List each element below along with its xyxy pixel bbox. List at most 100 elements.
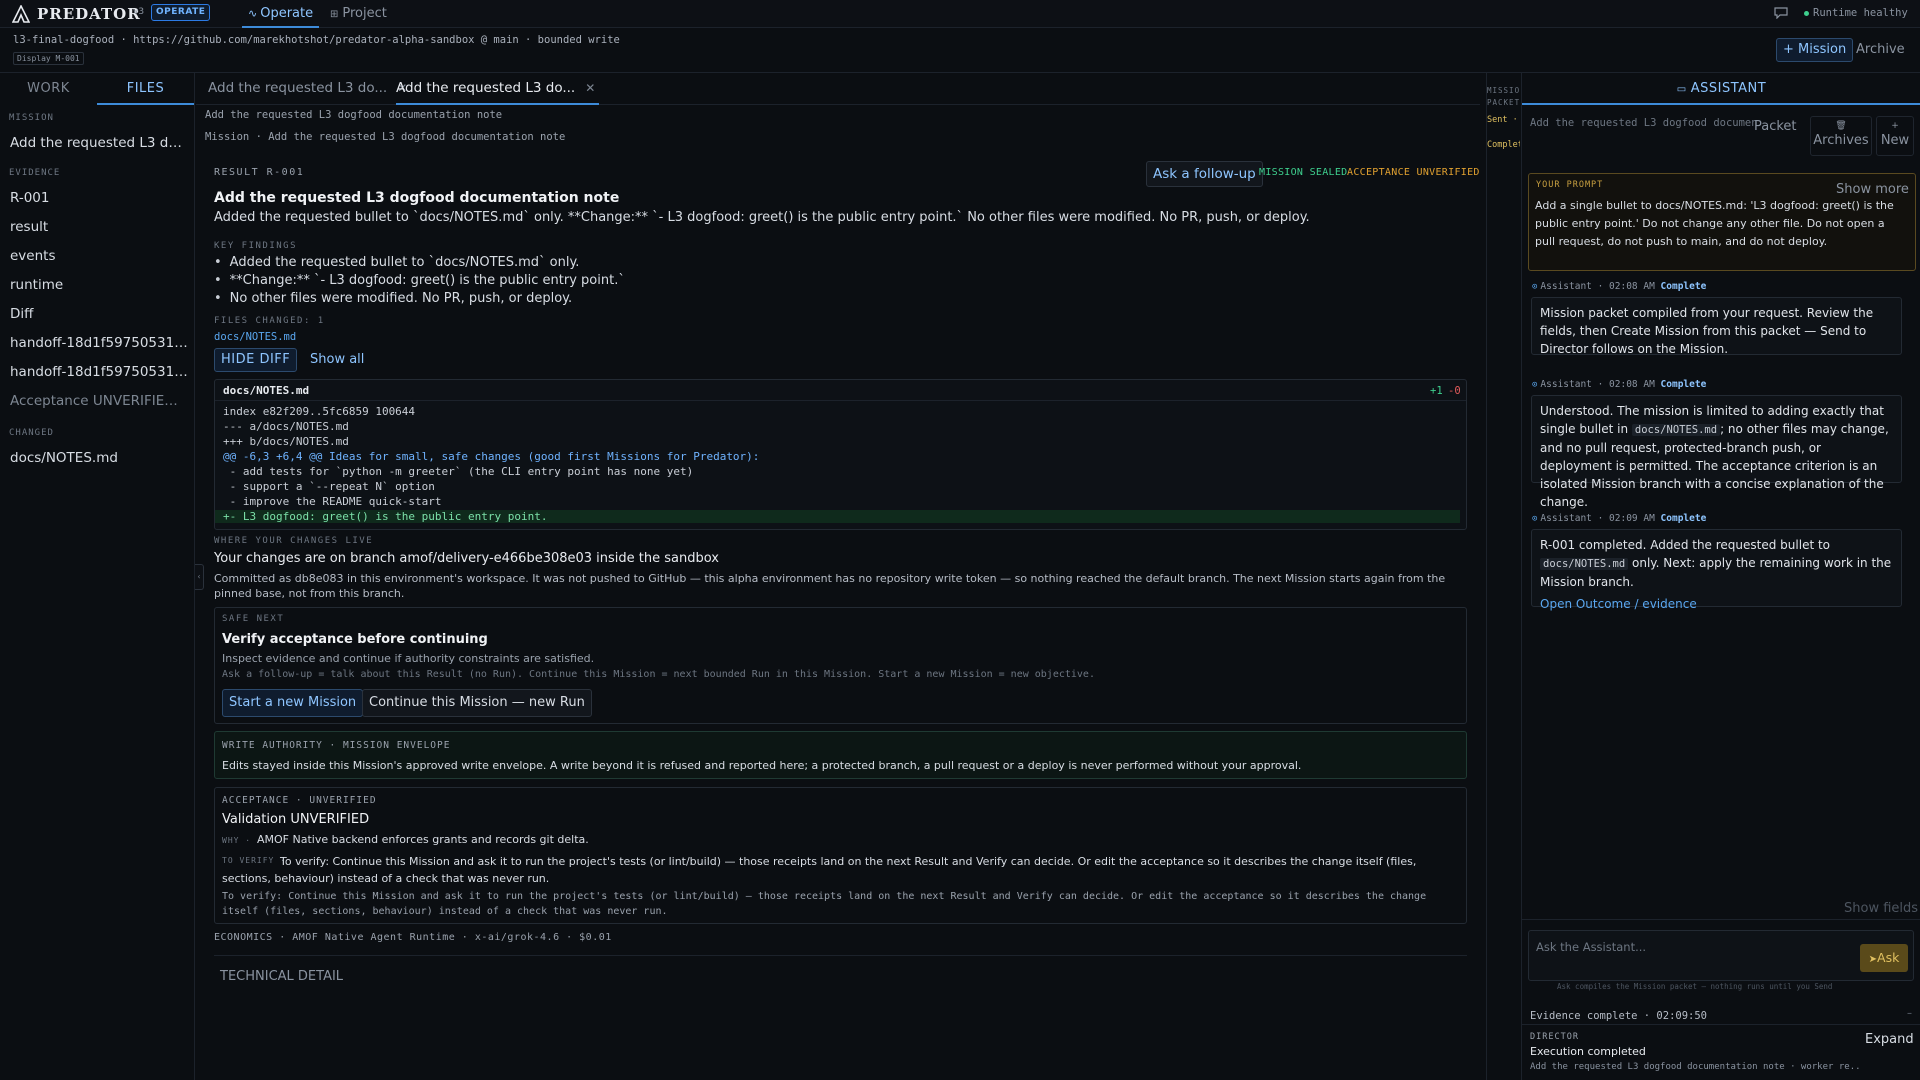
close-icon[interactable]: ✕ bbox=[585, 81, 595, 95]
sidebar-item-r001[interactable]: R-001 bbox=[10, 190, 188, 206]
packet-complete-status: Complete bbox=[1487, 140, 1520, 150]
write-authority-description: Edits stayed inside this Mission's appro… bbox=[222, 759, 1302, 772]
packet-sent-status: Sent · bbox=[1487, 115, 1518, 125]
safe-next-hint: Ask a follow-up = talk about this Result… bbox=[222, 669, 1095, 680]
director-expand-button[interactable]: Expand bbox=[1865, 1032, 1914, 1047]
director-detail: Add the requested L3 dogfood documentati… bbox=[1530, 1062, 1860, 1072]
plus-icon: + bbox=[1891, 121, 1899, 131]
tab-project-label: Project bbox=[342, 6, 387, 21]
message-author: Assistant · 02:09 AM bbox=[1540, 513, 1655, 524]
acceptance-item-suffix: rec... bbox=[178, 398, 188, 408]
ask-button[interactable]: ➤Ask bbox=[1860, 944, 1908, 972]
mode-badge: OPERATE bbox=[151, 4, 211, 21]
ask-hint: Ask compiles the Mission packet — nothin… bbox=[1557, 982, 1833, 991]
continue-mission-button[interactable]: Continue this Mission — new Run bbox=[362, 689, 592, 717]
sidebar-item-result[interactable]: result bbox=[10, 219, 188, 235]
show-all-button[interactable]: Show all bbox=[310, 352, 364, 367]
assistant-icon: ⊙ bbox=[1532, 514, 1538, 524]
mission-packet-strip: MISSION PACKET Sent · Complete bbox=[1486, 73, 1520, 1080]
write-authority-panel: WRITE AUTHORITY · MISSION ENVELOPE Edits… bbox=[214, 731, 1467, 779]
sidebar-section-evidence: EVIDENCE bbox=[9, 168, 61, 178]
archives-button[interactable]: 🗑 Archives bbox=[1810, 116, 1872, 156]
result-label: RESULT R-001 bbox=[214, 167, 305, 178]
sidebar-item-acceptance[interactable]: Acceptance UNVERIFIED rec... bbox=[10, 393, 188, 409]
editor-tab-bar: Add the requested L3 do... ✕ Add the requ… bbox=[196, 73, 1480, 105]
editor-tab-2[interactable]: Add the requested L3 do... ✕ bbox=[396, 73, 600, 105]
why-label: WHY · bbox=[222, 836, 252, 845]
message-status: Complete bbox=[1660, 379, 1707, 390]
tab-project[interactable]: ⊞ Project bbox=[330, 0, 387, 28]
diff-line: - support a `--repeat N` option bbox=[223, 480, 435, 493]
key-finding-item: **Change:** `- L3 dogfood: greet() is th… bbox=[214, 273, 625, 288]
sidebar-section-changed: CHANGED bbox=[9, 428, 54, 438]
ask-input-box[interactable]: Ask the Assistant... ➤Ask bbox=[1528, 930, 1914, 981]
sidebar-item-handoff-1[interactable]: handoff-18d1f5975053112… bbox=[10, 335, 188, 351]
health-status-dot bbox=[1804, 11, 1809, 16]
archives-label: Archives bbox=[1813, 133, 1869, 148]
sidebar-item-changed-file[interactable]: docs/NOTES.md bbox=[10, 450, 188, 466]
sidebar-tab-work[interactable]: WORK bbox=[0, 73, 97, 105]
ask-button-label: Ask bbox=[1877, 950, 1900, 965]
diff-line: --- a/docs/NOTES.md bbox=[223, 420, 349, 433]
predator-logo-icon bbox=[12, 5, 30, 23]
hide-diff-button[interactable]: HIDE DIFF bbox=[214, 348, 298, 372]
message-status: Complete bbox=[1660, 513, 1707, 524]
economics-line: ECONOMICS · AMOF Native Agent Runtime · … bbox=[214, 932, 612, 943]
collapse-sidebar-handle[interactable]: ‹ bbox=[195, 564, 204, 590]
assistant-tab[interactable]: ▭ ASSISTANT bbox=[1522, 73, 1920, 105]
chat-icon[interactable] bbox=[1774, 7, 1788, 19]
diff-divider bbox=[215, 400, 1466, 401]
diff-hunk-header: @@ -6,3 +6,4 @@ Ideas for small, safe ch… bbox=[223, 450, 760, 463]
brand-version: v3 bbox=[133, 7, 145, 17]
assistant-divider bbox=[1522, 919, 1920, 920]
assistant-message: Understood. The mission is limited to ad… bbox=[1531, 395, 1902, 509]
ask-followup-button[interactable]: Ask a follow-up bbox=[1146, 161, 1263, 187]
sidebar-item-events[interactable]: events bbox=[10, 248, 188, 264]
sidebar-item-runtime[interactable]: runtime bbox=[10, 277, 188, 293]
your-prompt-card: YOUR PROMPT Show more Add a single bulle… bbox=[1528, 173, 1916, 271]
ask-input-placeholder: Ask the Assistant... bbox=[1536, 940, 1647, 954]
open-outcome-link[interactable]: Open Outcome / evidence bbox=[1540, 595, 1893, 613]
files-changed-link[interactable]: docs/NOTES.md bbox=[214, 331, 296, 343]
sidebar-item-diff[interactable]: Diff bbox=[10, 306, 188, 322]
tab-operate[interactable]: ∿ Operate bbox=[242, 0, 320, 28]
inline-code: docs/NOTES.md bbox=[1631, 424, 1721, 436]
packet-button[interactable]: Packet bbox=[1754, 119, 1797, 134]
message-status: Complete bbox=[1660, 281, 1707, 292]
sidebar-item-mission[interactable]: Add the requested L3 dogfood documentati… bbox=[10, 135, 188, 151]
diff-viewer: docs/NOTES.md +1 -0 index e82f209..5fc68… bbox=[214, 379, 1467, 530]
files-changed-label: FILES CHANGED: 1 bbox=[214, 316, 325, 326]
assistant-context-field[interactable]: Add the requested L3 dogfood documentati… bbox=[1530, 113, 1758, 133]
acceptance-unverified-badge: ACCEPTANCE UNVERIFIED bbox=[1347, 167, 1480, 178]
technical-detail-toggle[interactable]: TECHNICAL DETAIL bbox=[220, 969, 343, 984]
acceptance-title: Validation UNVERIFIED bbox=[222, 812, 370, 827]
why-text: AMOF Native backend enforces grants and … bbox=[257, 833, 589, 846]
assistant-message: R-001 completed. Added the requested bul… bbox=[1531, 529, 1902, 611]
diff-line: index e82f209..5fc6859 100644 bbox=[223, 405, 416, 418]
message-text: R-001 completed. Added the requested bul… bbox=[1540, 538, 1831, 552]
sidebar-item-handoff-2[interactable]: handoff-18d1f5975053112… bbox=[10, 364, 188, 380]
top-bar: PREDATOR v3 OPERATE ∿ Operate ⊞ Project Ru… bbox=[0, 0, 1920, 28]
editor-tab-2-label: Add the requested L3 do... bbox=[396, 80, 576, 96]
result-summary: Added the requested bullet to `docs/NOTE… bbox=[214, 210, 1310, 225]
director-divider bbox=[1522, 1024, 1920, 1025]
show-fields-button[interactable]: Show fields bbox=[1844, 901, 1918, 916]
sidebar-tab-files[interactable]: FILES bbox=[97, 73, 194, 105]
diff-line: - improve the README quick-start bbox=[223, 495, 442, 508]
assistant-panel: ▭ ASSISTANT Add the requested L3 dogfood … bbox=[1521, 73, 1920, 1080]
assistant-message: Mission packet compiled from your reques… bbox=[1531, 297, 1902, 356]
to-verify-text: To verify: Continue this Mission and ask… bbox=[222, 855, 1417, 885]
new-chat-button[interactable]: + New bbox=[1876, 116, 1914, 156]
prompt-text: Add a single bullet to docs/NOTES.md: 'L… bbox=[1535, 199, 1894, 248]
editor-tab-1[interactable]: Add the requested L3 do... ✕ bbox=[208, 73, 407, 105]
start-new-mission-button[interactable]: Start a new Mission bbox=[222, 689, 364, 717]
send-icon: ➤ bbox=[1868, 954, 1878, 965]
diff-deletions-count: -0 bbox=[1448, 385, 1461, 397]
new-mission-button[interactable]: + Mission bbox=[1776, 38, 1854, 62]
branch-description: Committed as db8e083 in this environment… bbox=[214, 572, 1446, 600]
archive-button[interactable]: Archive bbox=[1850, 38, 1911, 62]
evidence-collapse-icon[interactable]: – bbox=[1907, 1008, 1912, 1019]
mission-sealed-badge: MISSION SEALED bbox=[1259, 167, 1348, 178]
key-findings-label: KEY FINDINGS bbox=[214, 241, 298, 251]
show-more-button[interactable]: Show more bbox=[1836, 182, 1909, 197]
